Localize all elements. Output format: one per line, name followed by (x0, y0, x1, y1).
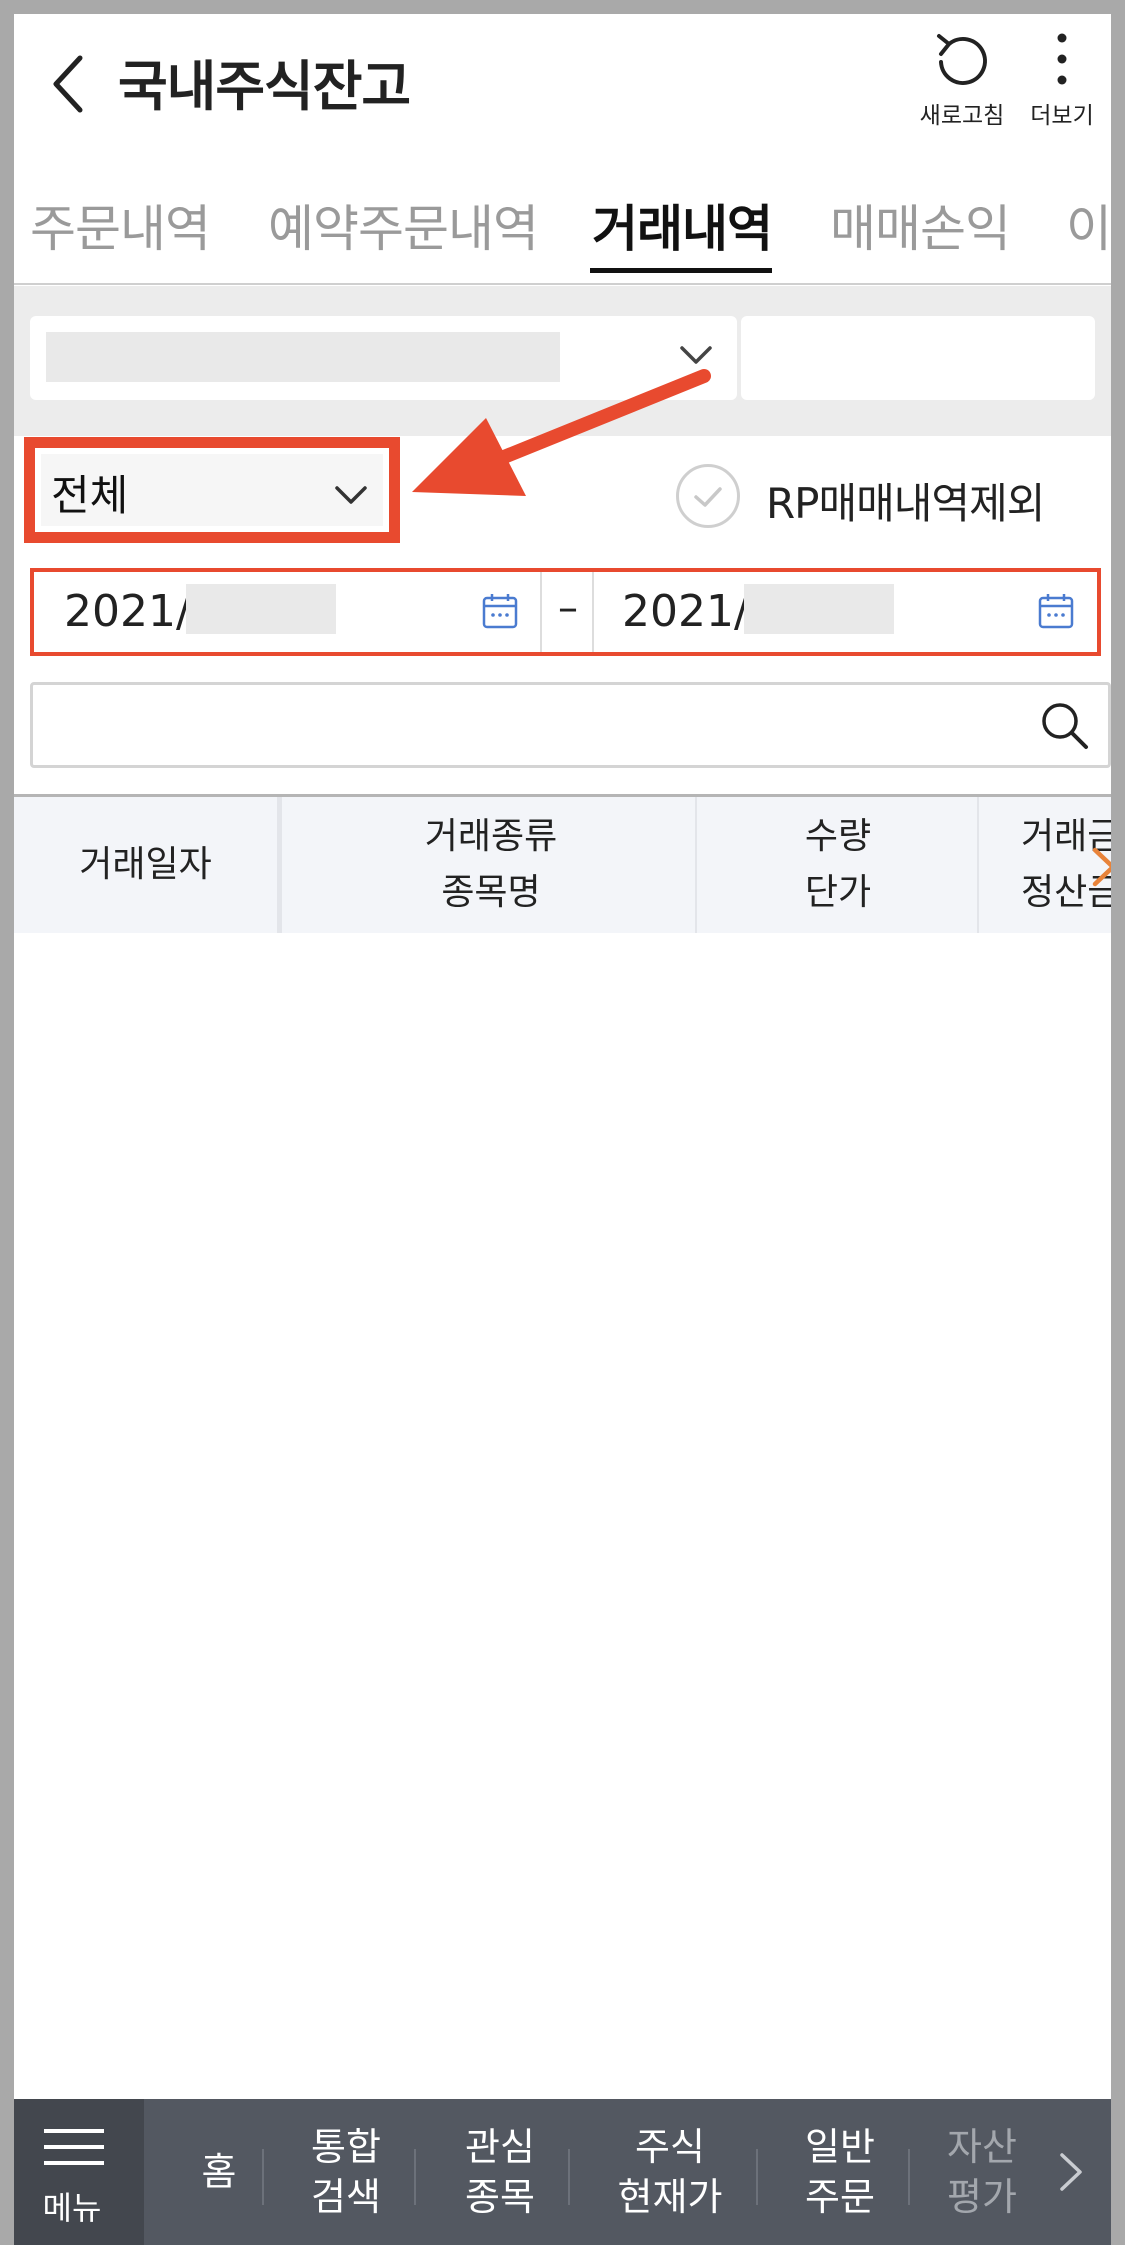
password-field[interactable] (741, 316, 1095, 400)
nav-separator (414, 2149, 416, 2205)
end-date-text: 2021/ (622, 586, 749, 637)
search-input[interactable] (30, 682, 1111, 768)
app-screen: 국내주식잔고 새로고침 더보기 주문내역 예약주문내역 거래내역 매매손익 이 (14, 14, 1111, 2245)
refresh-label: 새로고침 (919, 103, 1005, 129)
more-button[interactable]: 더보기 (1022, 28, 1102, 130)
column-header-line: 거래종류 (424, 816, 558, 857)
app-header: 국내주식잔고 새로고침 더보기 (14, 14, 1111, 139)
bottom-nav: 메뉴 홈 통합 검색 관심 종목 주식 현재가 일반 주문 자산 평가 (14, 2099, 1111, 2245)
calendar-icon[interactable] (482, 592, 518, 630)
check-circle-icon (694, 487, 722, 507)
column-header-date: 거래일자 (14, 797, 282, 933)
transaction-type-select[interactable]: 전체 (41, 454, 383, 526)
chevron-down-icon (335, 486, 367, 504)
nav-menu-button[interactable]: 메뉴 (14, 2099, 144, 2245)
tab-next-partial[interactable]: 이 (1066, 189, 1111, 261)
nav-item-label: 주식 (635, 2125, 705, 2169)
rp-exclude-label: RP매매내역제외 (766, 479, 1045, 528)
end-date-field[interactable]: 2021/ (596, 572, 1096, 652)
account-select[interactable] (30, 316, 737, 400)
more-label: 더보기 (1030, 103, 1094, 129)
column-header-line: 수량 (804, 816, 872, 857)
tab-order-history[interactable]: 주문내역 (30, 189, 211, 261)
nav-item-label: 종목 (465, 2175, 535, 2219)
nav-item-label: 일반 (805, 2125, 875, 2169)
start-date-field[interactable]: 2021/ (38, 572, 542, 652)
refresh-icon (937, 34, 987, 85)
page-title: 국내주식잔고 (118, 55, 411, 118)
tab-bar: 주문내역 예약주문내역 거래내역 매매손익 이 (14, 139, 1111, 285)
chevron-right-icon[interactable] (1054, 2149, 1088, 2195)
tab-trading-profit-loss[interactable]: 매매손익 (830, 189, 1011, 261)
nav-item-label: 평가 (947, 2175, 1017, 2219)
date-separator: – (544, 572, 594, 652)
nav-separator (262, 2149, 264, 2205)
nav-item-label: 홈 (201, 2150, 237, 2194)
more-vertical-icon (1057, 33, 1067, 85)
back-arrow-icon[interactable] (44, 44, 94, 124)
nav-item-general-order[interactable]: 일반 주문 (770, 2099, 910, 2245)
nav-menu-label: 메뉴 (42, 2189, 102, 2227)
nav-item-home[interactable]: 홈 (164, 2099, 274, 2245)
nav-item-watchlist[interactable]: 관심 종목 (430, 2099, 570, 2245)
nav-item-label: 주문 (805, 2175, 875, 2219)
nav-separator (908, 2149, 910, 2205)
nav-item-label: 검색 (311, 2175, 381, 2219)
chevron-down-icon (680, 346, 712, 364)
nav-separator (756, 2149, 758, 2205)
calendar-icon[interactable] (1038, 592, 1074, 630)
hamburger-menu-icon (44, 2129, 104, 2177)
nav-item-stock-price[interactable]: 주식 현재가 (580, 2099, 760, 2245)
chevron-right-icon[interactable] (1089, 844, 1111, 890)
nav-item-integrated-search[interactable]: 통합 검색 (276, 2099, 416, 2245)
column-header-line: 단가 (804, 872, 872, 913)
active-tab-indicator (590, 268, 772, 273)
tab-reserved-order-history[interactable]: 예약주문내역 (268, 189, 539, 261)
transaction-type-value: 전체 (51, 471, 129, 520)
redacted-account-number (46, 332, 560, 382)
redacted-start-date (186, 584, 336, 634)
tab-transaction-history[interactable]: 거래내역 (592, 189, 773, 261)
nav-item-asset-evaluation[interactable]: 자산 평가 (922, 2099, 1042, 2245)
column-header-kind: 거래종류 종목명 (287, 797, 697, 933)
date-range: 2021/ – 2021/ (30, 568, 1101, 656)
refresh-button[interactable]: 새로고침 (907, 28, 1017, 130)
nav-item-label: 현재가 (617, 2175, 723, 2219)
table-header: 거래일자 거래종류 종목명 수량 단가 거래금 정산금 (14, 797, 1111, 933)
column-header-quantity: 수량 단가 (699, 797, 979, 933)
nav-item-label: 통합 (311, 2125, 381, 2169)
nav-item-label: 자산 (947, 2125, 1017, 2169)
rp-exclude-checkbox[interactable] (676, 464, 740, 528)
column-header-line: 종목명 (441, 872, 541, 913)
redacted-end-date (744, 584, 894, 634)
nav-item-label: 관심 (465, 2125, 535, 2169)
search-icon[interactable] (1038, 699, 1092, 753)
account-area (14, 286, 1111, 436)
nav-separator (568, 2149, 570, 2205)
start-date-text: 2021/ (64, 586, 191, 637)
column-header-line: 거래일자 (79, 844, 212, 885)
